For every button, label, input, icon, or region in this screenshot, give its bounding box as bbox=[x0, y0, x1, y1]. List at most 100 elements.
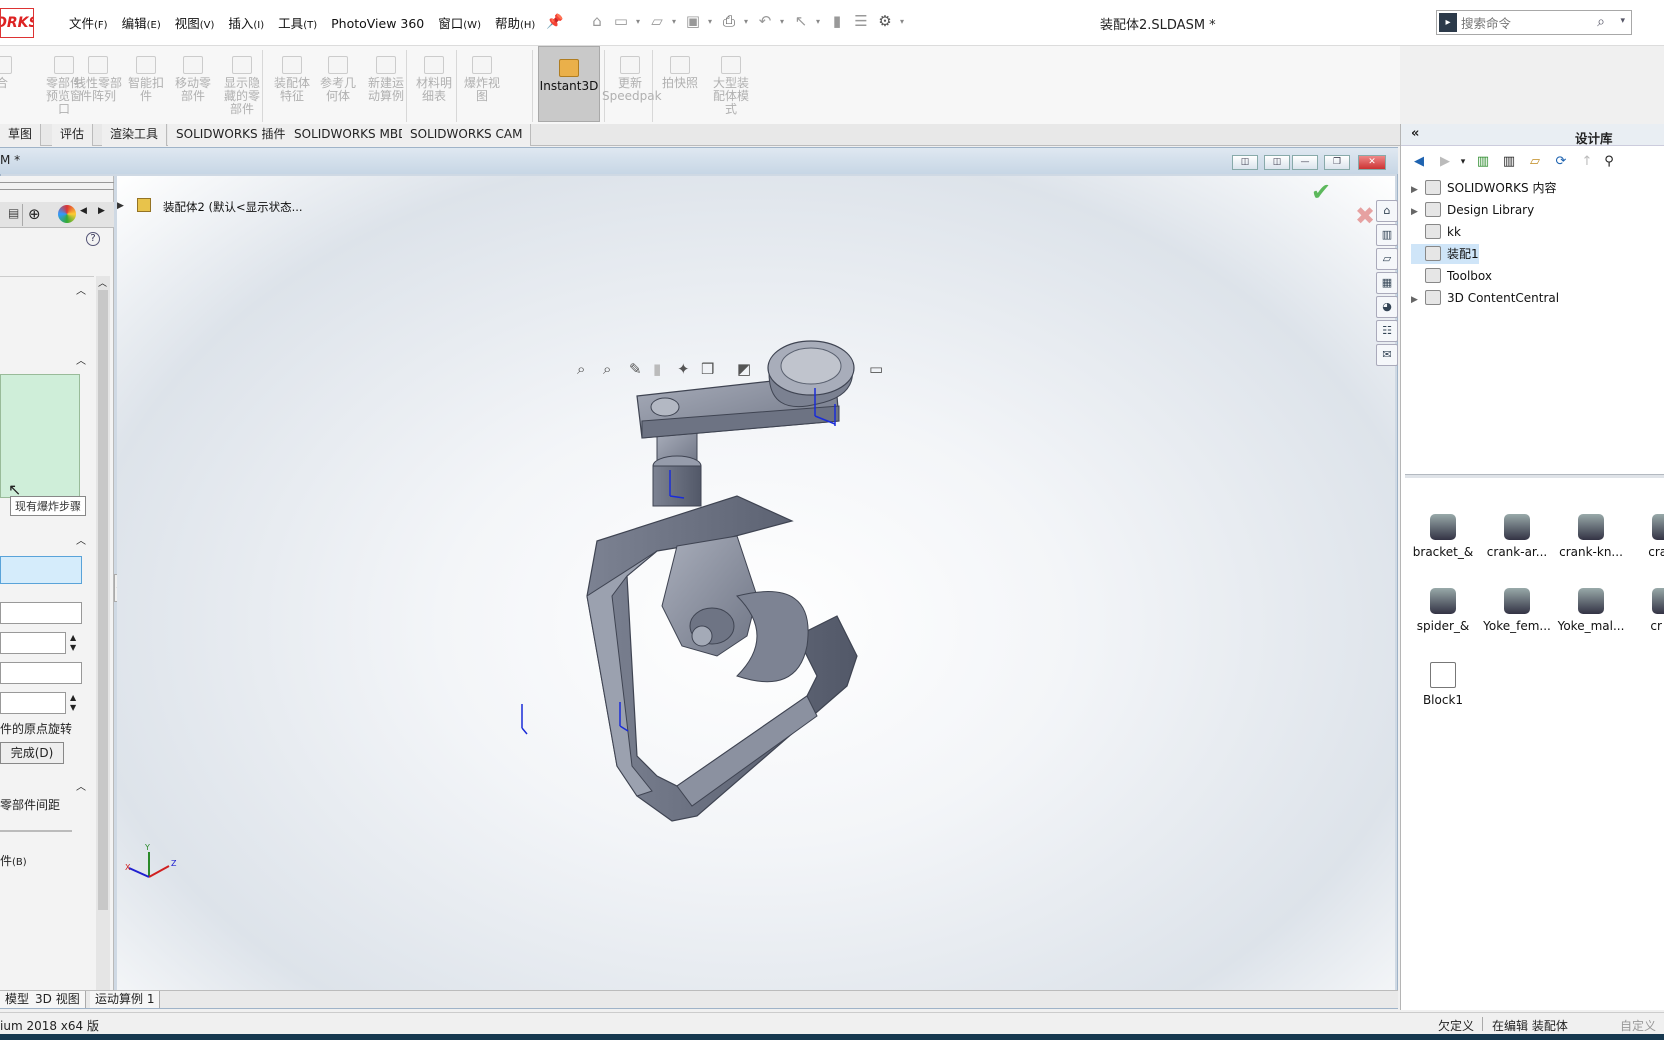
custom-properties-icon[interactable]: ☷ bbox=[1376, 320, 1398, 342]
minimize-button[interactable]: — bbox=[1292, 155, 1318, 170]
library-item[interactable]: bracket_& bbox=[1407, 514, 1479, 559]
direction-field[interactable] bbox=[0, 602, 82, 624]
search-icon[interactable]: ⌕ bbox=[1597, 14, 1605, 30]
library-tree-item[interactable]: kk bbox=[1411, 222, 1461, 242]
appearance-icon[interactable] bbox=[58, 205, 76, 223]
ribbon-button-10[interactable]: 爆炸视 图 bbox=[460, 56, 504, 103]
collapse-icon[interactable]: ︿ bbox=[76, 532, 86, 547]
ribbon-button-12[interactable]: 更新 Speedpak bbox=[602, 56, 662, 103]
scroll-right-icon[interactable]: ▶ bbox=[98, 206, 105, 216]
tab-2[interactable]: 渲染工具 bbox=[102, 124, 168, 146]
menu-item-6[interactable]: 窗口(W) bbox=[431, 14, 488, 34]
help-icon[interactable]: ? bbox=[86, 232, 100, 246]
ribbon-button-4[interactable]: 移动零 部件 bbox=[170, 56, 216, 103]
library-item[interactable]: Block1 bbox=[1407, 662, 1479, 707]
collapse-icon[interactable]: ︿ bbox=[76, 282, 86, 297]
forum-icon[interactable]: ✉ bbox=[1376, 344, 1398, 366]
selected-components-box[interactable] bbox=[0, 556, 82, 584]
refresh-icon[interactable]: ⟳ bbox=[1553, 154, 1569, 170]
ribbon-button-13[interactable]: 拍快照 bbox=[660, 56, 700, 90]
expand-arrow-icon[interactable]: ▶ bbox=[1411, 202, 1425, 222]
menu-item-5[interactable]: PhotoView 360 bbox=[324, 14, 431, 34]
menu-item-1[interactable]: 编辑(E) bbox=[115, 14, 168, 34]
rotate-about-origin-label[interactable]: 件的原点旋转 bbox=[0, 720, 72, 737]
done-button[interactable]: 完成(D) bbox=[0, 742, 64, 764]
library-tree-item[interactable]: 装配1 bbox=[1411, 244, 1479, 264]
collapse-icon[interactable]: ︿ bbox=[76, 778, 86, 793]
tab-4[interactable]: SOLIDWORKS MBD bbox=[286, 124, 417, 146]
tile-horizontal-icon[interactable]: ◫ bbox=[1232, 155, 1258, 170]
search-commands[interactable]: ▸ ⌕ ▾ bbox=[1436, 10, 1632, 35]
close-button[interactable]: ✕ bbox=[1358, 155, 1386, 170]
search-input[interactable] bbox=[1461, 14, 1601, 32]
custom-units-status[interactable]: 自定义 bbox=[1620, 1017, 1656, 1034]
file-explorer-icon[interactable]: ▱ bbox=[1376, 248, 1398, 270]
tab-5[interactable]: SOLIDWORKS CAM bbox=[402, 124, 532, 146]
spinner-icon[interactable]: ▲ ▼ bbox=[70, 633, 76, 653]
collapse-pane-icon[interactable]: « bbox=[1411, 126, 1419, 141]
up-level-icon[interactable]: ↑ bbox=[1579, 154, 1595, 170]
menu-item-4[interactable]: 工具(T) bbox=[271, 14, 324, 34]
ribbon-button-14[interactable]: 大型装 配体模 式 bbox=[706, 56, 756, 116]
chevron-down-icon[interactable]: ▾ bbox=[900, 17, 906, 26]
graphics-viewport[interactable]: ▶ 装配体2 (默认<显示状态... ⌕ ⌕ ✎ ▮ ✦ ❒ ◩ ◉ ● ◐ ▭… bbox=[117, 176, 1395, 990]
model-tab-2[interactable]: 运动算例 1 bbox=[90, 991, 161, 1008]
ribbon-button-8[interactable]: 新建运 动算例 bbox=[364, 56, 408, 103]
file-properties-icon[interactable]: ☰ bbox=[852, 12, 870, 30]
menu-item-7[interactable]: 帮助(H) bbox=[488, 14, 542, 34]
add-file-location-icon[interactable]: ▥ bbox=[1501, 154, 1517, 170]
create-new-folder-icon[interactable]: ▱ bbox=[1527, 154, 1543, 170]
scrollbar-thumb[interactable] bbox=[98, 290, 108, 910]
expand-arrow-icon[interactable]: ▶ bbox=[1411, 290, 1425, 310]
tab-0[interactable]: 草图 bbox=[0, 124, 42, 146]
pin-icon[interactable]: 📌 bbox=[546, 14, 563, 30]
library-item[interactable]: crank-kn... bbox=[1555, 514, 1627, 559]
library-item[interactable]: Yoke_fem... bbox=[1481, 588, 1553, 633]
panel-drag-bar[interactable] bbox=[0, 182, 114, 190]
gear-icon[interactable]: ⚙ bbox=[876, 12, 894, 30]
pane-splitter[interactable] bbox=[1405, 474, 1664, 478]
rebuild-icon[interactable]: ▮ bbox=[828, 12, 846, 30]
scroll-left-icon[interactable]: ◀ bbox=[80, 206, 87, 216]
library-item[interactable]: crank-ar... bbox=[1481, 514, 1553, 559]
library-item[interactable]: Yoke_mal... bbox=[1555, 588, 1627, 633]
library-tree-item[interactable]: ▶ Design Library bbox=[1411, 200, 1534, 220]
ribbon-button-3[interactable]: 智能扣 件 bbox=[126, 56, 166, 103]
menu-item-3[interactable]: 插入(I) bbox=[221, 14, 271, 34]
back-icon[interactable]: ◀ bbox=[1411, 154, 1427, 170]
menu-item-0[interactable]: 文件(F) bbox=[62, 14, 115, 34]
home-icon[interactable]: ⌂ bbox=[588, 12, 606, 30]
vertical-scrollbar[interactable]: ︿ ﹀ bbox=[96, 276, 110, 1006]
ribbon-button-11[interactable]: Instant3D bbox=[538, 46, 600, 122]
toolbox-settings-icon[interactable]: ⚲ bbox=[1601, 154, 1617, 170]
ribbon-button-9[interactable]: 材料明 细表 bbox=[412, 56, 456, 103]
print-icon[interactable]: ⎙ bbox=[720, 12, 738, 30]
ribbon-button-0[interactable]: 合 bbox=[0, 56, 12, 90]
distance-input[interactable] bbox=[0, 632, 66, 654]
save-icon[interactable]: ▣ bbox=[684, 12, 702, 30]
solidworks-logo[interactable]: ORKS bbox=[0, 8, 34, 38]
chevron-down-icon[interactable]: ▾ bbox=[672, 17, 678, 26]
home-icon[interactable]: ⌂ bbox=[1376, 200, 1398, 222]
chevron-down-icon[interactable]: ▾ bbox=[816, 17, 822, 26]
tab-1[interactable]: 评估 bbox=[52, 124, 94, 146]
restore-button[interactable]: ❐ bbox=[1324, 155, 1350, 170]
chevron-down-icon[interactable]: ▾ bbox=[744, 17, 750, 26]
dimxpert-icon[interactable]: ⊕ bbox=[28, 205, 41, 223]
view-palette-icon[interactable]: ▦ bbox=[1376, 272, 1398, 294]
chevron-down-icon[interactable]: ▾ bbox=[708, 17, 714, 26]
collapse-icon[interactable]: ︿ bbox=[76, 352, 86, 367]
chevron-down-icon[interactable]: ▾ bbox=[780, 17, 786, 26]
menu-item-2[interactable]: 视图(V) bbox=[168, 14, 222, 34]
library-item[interactable]: spider_& bbox=[1407, 588, 1479, 633]
property-manager-tab[interactable]: ▤ bbox=[8, 206, 19, 220]
spinner-icon[interactable]: ▲ ▼ bbox=[70, 693, 76, 713]
chevron-down-icon[interactable]: ▾ bbox=[636, 17, 642, 26]
model-tab-1[interactable]: 3D 视图 bbox=[30, 991, 86, 1008]
ribbon-button-2[interactable]: 线性零部 件阵列 bbox=[68, 56, 128, 103]
undo-icon[interactable]: ↶ bbox=[756, 12, 774, 30]
new-document-icon[interactable]: ▭ bbox=[612, 12, 630, 30]
design-library-icon[interactable]: ▥ bbox=[1376, 224, 1398, 246]
rotation-axis-field[interactable] bbox=[0, 662, 82, 684]
spacing-slider[interactable] bbox=[0, 830, 72, 832]
